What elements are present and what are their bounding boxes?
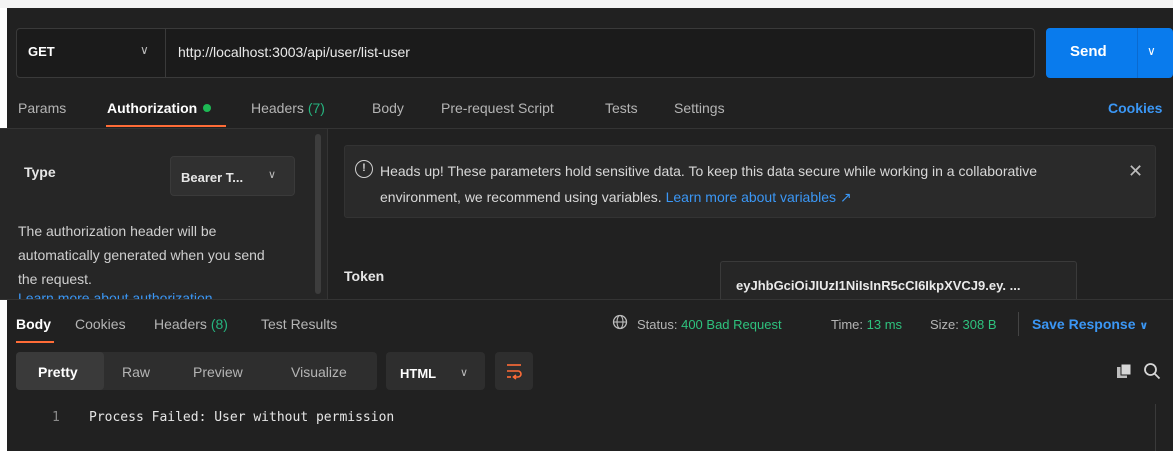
format-label[interactable]: HTML [400,366,436,381]
tab-headers-label: Headers [251,100,304,116]
save-response-button[interactable]: Save Response ∨ [1032,316,1148,332]
time-label: Time: [831,317,864,332]
code-scrollbar[interactable] [1155,404,1173,451]
save-response-label: Save Response [1032,316,1136,332]
wrap-icon [507,364,522,380]
panel-divider [327,129,328,299]
warning-text: Heads up! These parameters hold sensitiv… [380,158,1080,210]
divider [0,299,1173,300]
token-label: Token [344,268,385,284]
panel-scrollbar[interactable] [315,134,321,294]
window-top-strip [0,0,1173,8]
view-raw-button[interactable]: Raw [122,364,150,380]
response-tab-body[interactable]: Body [16,316,51,332]
globe-icon[interactable] [612,314,628,330]
url-input[interactable]: http://localhost:3003/api/user/list-user [178,44,410,60]
chevron-down-icon: ∨ [268,169,277,181]
response-tab-headers[interactable]: Headers (8) [154,316,228,332]
auth-type-label: Type [24,164,56,180]
time-value: 13 ms [866,317,903,332]
status-value: 400 Bad Request [681,317,782,332]
response-body-line: Process Failed: User without permission [89,410,395,425]
tab-params[interactable]: Params [18,100,66,116]
time-readout: Time: 13 ms [831,317,902,332]
response-tab-headers-count: (8) [210,316,228,332]
view-visualize-button[interactable]: Visualize [291,364,347,380]
auth-type-value[interactable]: Bearer T... [181,170,243,185]
active-tab-indicator [16,341,54,343]
size-readout: Size: 308 B [930,317,997,332]
size-value: 308 B [962,317,997,332]
send-divider [1137,28,1138,78]
response-tab-test-results[interactable]: Test Results [261,316,337,332]
learn-more-variables-link[interactable]: Learn more about variables ↗ [666,189,852,205]
chevron-down-icon: ∨ [460,367,469,379]
tab-pre-request-script[interactable]: Pre-request Script [441,100,554,116]
method-select[interactable]: GET ∨ [16,28,166,78]
size-label: Size: [930,317,959,332]
close-icon[interactable]: ✕ [1128,161,1143,182]
tab-authorization-label: Authorization [107,100,198,116]
divider [1018,312,1019,336]
copy-icon[interactable] [1116,363,1132,379]
status-readout: Status: 400 Bad Request [637,317,782,332]
view-preview-button[interactable]: Preview [193,364,243,380]
status-label: Status: [637,317,678,332]
send-button-label[interactable]: Send [1070,43,1107,60]
auth-description: The authorization header will be automat… [18,223,265,287]
response-tab-cookies[interactable]: Cookies [75,316,126,332]
tab-settings[interactable]: Settings [674,100,725,116]
line-number: 1 [52,410,60,425]
info-icon: ! [355,160,373,178]
chevron-down-icon: ∨ [140,43,149,57]
active-dot-icon [203,104,212,112]
tab-body[interactable]: Body [372,100,404,116]
active-tab-indicator [106,125,226,127]
tab-headers[interactable]: Headers (7) [251,100,325,116]
tab-headers-count: (7) [307,100,325,116]
response-tab-headers-label: Headers [154,316,207,332]
send-options-chevron-icon[interactable]: ∨ [1147,44,1156,58]
token-value[interactable]: eyJhbGciOiJIUzI1NiIsInR5cCI6IkpXVCJ9.ey.… [736,278,1020,293]
url-bar[interactable] [16,28,1035,78]
method-label: GET [28,44,55,59]
view-pretty-button[interactable]: Pretty [38,364,78,380]
tab-authorization[interactable]: Authorization [107,100,212,116]
wrap-lines-button[interactable] [495,352,533,390]
learn-more-auth-link[interactable]: Learn more about authorization [18,290,213,299]
chevron-down-icon: ∨ [1139,320,1149,332]
search-icon[interactable] [1143,362,1161,380]
cookies-link[interactable]: Cookies [1108,100,1162,116]
tab-tests[interactable]: Tests [605,100,638,116]
